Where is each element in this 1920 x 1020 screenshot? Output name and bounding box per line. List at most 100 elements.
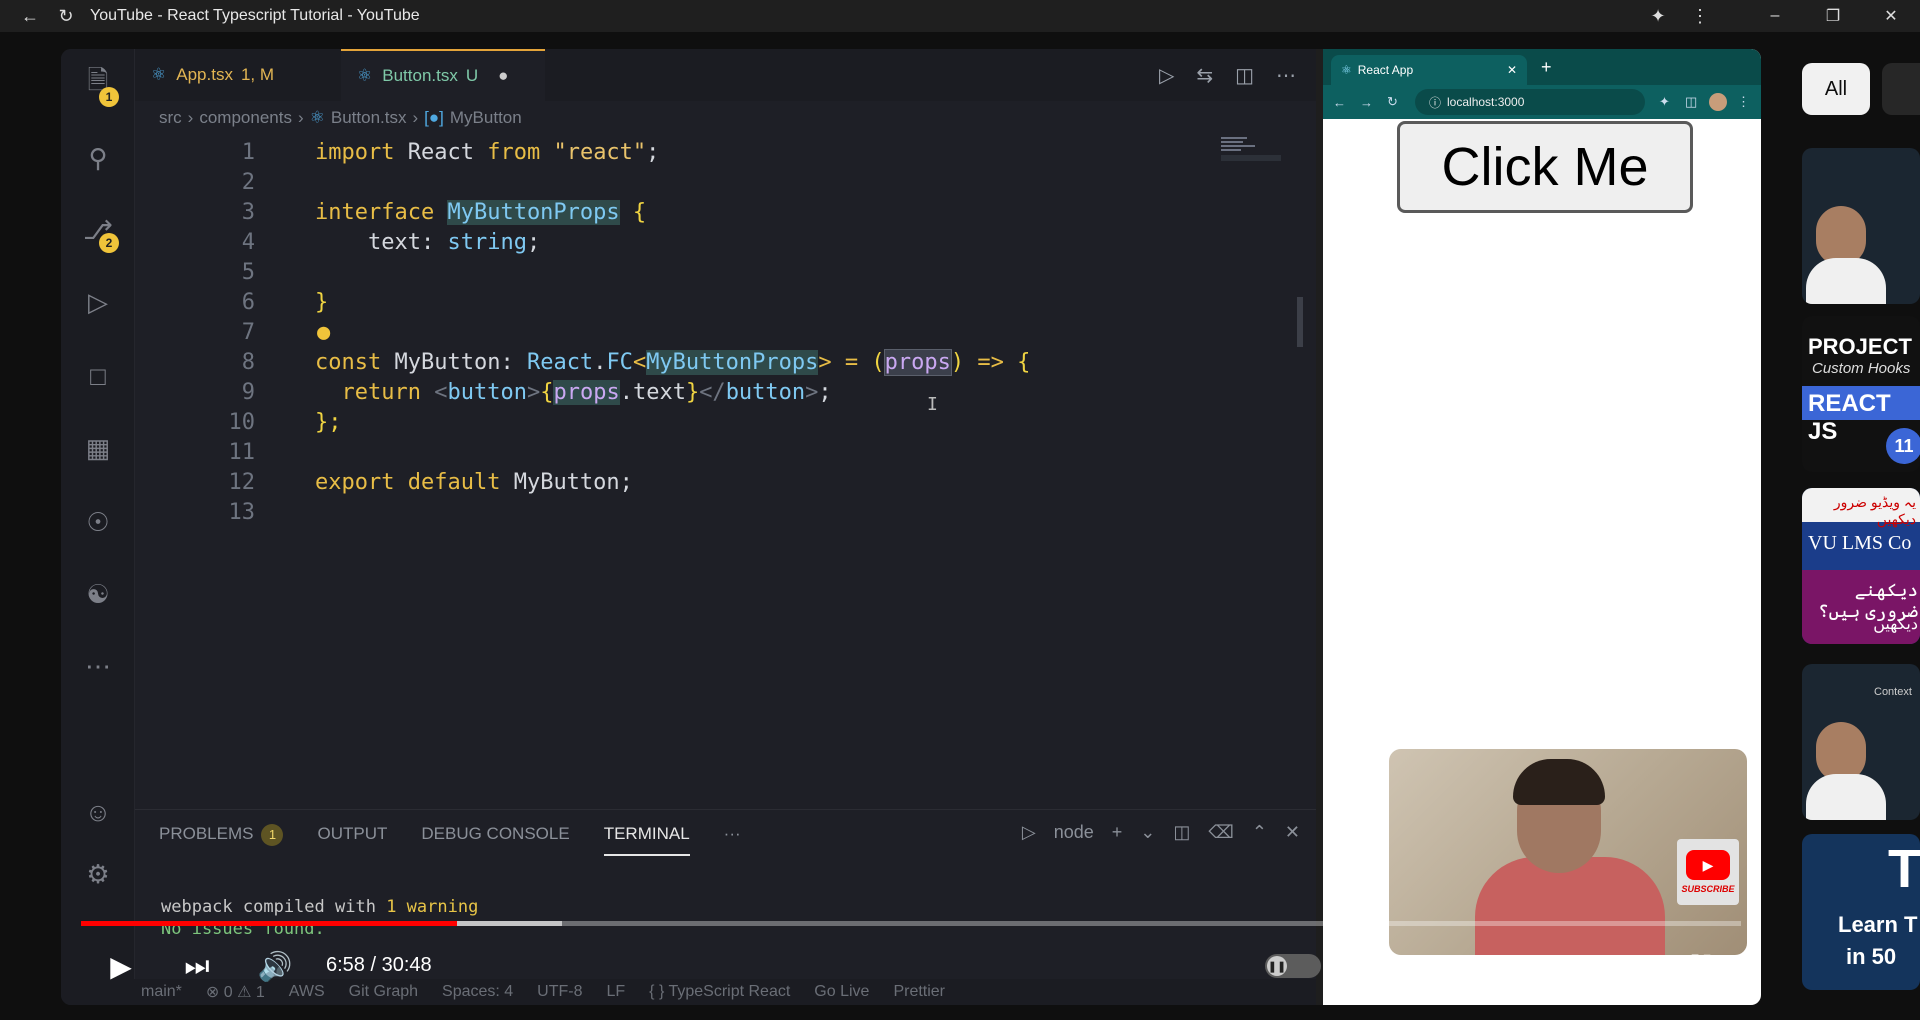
new-terminal-icon[interactable]: + [1112, 822, 1123, 843]
problems-count-badge: 1 [261, 824, 284, 846]
breadcrumb-item[interactable]: src [159, 108, 182, 128]
close-panel-icon[interactable]: ✕ [1285, 822, 1300, 843]
line-number: 6 [241, 289, 255, 315]
volume-icon[interactable]: 🔊 [255, 946, 295, 986]
click-me-button[interactable]: Click Me [1397, 121, 1693, 213]
youtube-logo-icon: ▶ [1686, 850, 1730, 880]
back-icon[interactable]: ← [14, 0, 46, 32]
manage-gear-icon[interactable]: ⚙ [81, 857, 115, 891]
split-editor-icon[interactable]: ◫ [1235, 63, 1254, 88]
editor-scrollbar[interactable] [1293, 137, 1305, 557]
unsaved-dot[interactable]: ● [498, 66, 508, 86]
accounts-icon[interactable]: ☺ [81, 795, 115, 829]
fullscreen-button[interactable]: ⛶ [1681, 946, 1721, 986]
subscribe-badge[interactable]: ▶ SUBSCRIBE [1677, 839, 1739, 905]
chip-next[interactable] [1882, 63, 1920, 115]
vscode-window: 🗎 1 ⚲ ⎇ 2 ▷ □ ▦ ☉ ☯ ⋯ ☺ ⚙ ⚛ App.tsx 1, M… [61, 49, 1316, 1005]
thumb-subtitle: in 50 [1846, 944, 1897, 969]
browser-tab-title: React App [1357, 63, 1414, 77]
tab-label: Button.tsx [382, 66, 458, 85]
close-tab-icon[interactable]: ✕ [1507, 63, 1517, 77]
maximize-button[interactable]: ❐ [1804, 0, 1862, 32]
tab-button-tsx[interactable]: ⚛ Button.tsx U ● [341, 49, 545, 101]
more-actions-icon[interactable]: ⋯ [1276, 63, 1296, 88]
git-graph-icon[interactable]: ☉ [81, 505, 115, 539]
code-token: string [447, 229, 527, 255]
theater-mode-button[interactable]: ▭ [1601, 946, 1641, 986]
minimap[interactable] [1221, 135, 1301, 165]
browser-tab[interactable]: ⚛ React App ✕ [1331, 55, 1527, 85]
code-line: 10 }; [135, 407, 1235, 437]
code-line: 12 export default MyButton; [135, 467, 1235, 497]
video-thumbnail[interactable]: PROJECT Custom Hooks REACT JS 11 [1802, 316, 1920, 472]
react-icon: ⚛ [1341, 63, 1352, 77]
line-number: 5 [241, 259, 255, 285]
extensions-icon[interactable]: ✦ [1659, 94, 1670, 110]
next-button[interactable]: ⏭ [177, 946, 217, 986]
sidepanel-icon[interactable]: ◫ [1685, 94, 1697, 110]
tab-terminal[interactable]: TERMINAL [603, 824, 690, 856]
code-token: MyButtonProps [447, 199, 620, 225]
subtitles-button[interactable]: ▤ [1361, 946, 1401, 986]
tab-problems[interactable]: PROBLEMS 1 [159, 824, 284, 856]
tab-debug-console[interactable]: DEBUG CONSOLE [421, 824, 569, 856]
miniplayer-button[interactable]: ▩ [1521, 946, 1561, 986]
copilot-icon[interactable]: ☯ [81, 577, 115, 611]
code-token: button [447, 379, 527, 405]
new-tab-icon[interactable]: + [1541, 57, 1552, 78]
reload-icon[interactable]: ↻ [50, 0, 82, 32]
reload-icon[interactable]: ↻ [1387, 94, 1398, 110]
url-field[interactable]: ⓘ localhost:3000 [1415, 89, 1645, 115]
breadcrumb-item[interactable]: MyButton [450, 108, 522, 128]
breadcrumb-item[interactable]: components [199, 108, 292, 128]
forward-icon[interactable]: → [1360, 95, 1373, 110]
video-thumbnail[interactable] [1802, 148, 1920, 304]
chevron-up-icon[interactable]: ⌃ [1252, 822, 1267, 843]
terminal-name[interactable]: node [1054, 822, 1094, 843]
video-thumbnail[interactable]: Context [1802, 664, 1920, 820]
video-thumbnail[interactable]: یہ ویڈیو ضرور دیکھیں VU LMS Co دیکھنے ضر… [1802, 488, 1920, 644]
thumb-face [1816, 206, 1866, 266]
panel-more-icon[interactable]: ··· [724, 824, 741, 856]
chip-all[interactable]: All [1802, 63, 1870, 115]
more-views-icon[interactable]: ⋯ [81, 649, 115, 683]
tab-output[interactable]: OUTPUT [317, 824, 387, 856]
line-number: 12 [228, 469, 256, 495]
extensions-view-icon[interactable]: ▦ [81, 431, 115, 465]
code-line: 9 return <button>{props.text}</button>; [135, 377, 1235, 407]
more-options-icon[interactable]: ⋮ [1684, 0, 1716, 32]
minimize-button[interactable]: – [1746, 0, 1804, 32]
code-token: button [725, 379, 806, 405]
autoplay-toggle[interactable]: ❚❚ [1265, 954, 1321, 978]
code-token: props [553, 379, 620, 405]
terminal-output[interactable]: webpack compiled with 1 warning No issue… [161, 896, 478, 940]
back-icon[interactable]: ← [1333, 95, 1346, 110]
run-icon[interactable]: ▷ [1159, 63, 1174, 88]
chevron-down-icon[interactable]: ⌄ [1140, 822, 1155, 843]
code-token: MyButton [394, 349, 501, 375]
terminal-line: webpack compiled with 1 warning [161, 896, 478, 918]
more-options-icon[interactable]: ⋮ [1737, 94, 1750, 110]
code-token: { [1017, 349, 1031, 375]
trash-icon[interactable]: ⌫ [1208, 822, 1233, 843]
run-debug-icon[interactable]: ▷ [81, 285, 115, 319]
extensions-icon[interactable]: ✦ [1642, 0, 1674, 32]
code-editor[interactable]: 1 import React from "react"; 2 3 interfa… [135, 137, 1315, 657]
tab-app-tsx[interactable]: ⚛ App.tsx 1, M [135, 49, 341, 101]
avatar[interactable] [1709, 93, 1727, 111]
video-thumbnail[interactable]: T Learn T in 50 [1802, 834, 1920, 990]
play-button[interactable]: ▶ [101, 946, 141, 986]
settings-gear-icon[interactable]: ⚙ [1441, 946, 1481, 986]
lightbulb-icon[interactable]: ● [317, 320, 330, 345]
split-terminal-icon[interactable]: ◫ [1173, 822, 1190, 843]
close-window-button[interactable]: ✕ [1862, 0, 1920, 32]
progress-played [81, 921, 458, 926]
editor-tabs: ⚛ App.tsx 1, M ⚛ Button.tsx U ● ▷ ⇆ ◫ ⋯ [135, 49, 1316, 101]
video-progress-bar[interactable] [81, 921, 1741, 926]
code-token: MyButton [513, 469, 620, 495]
breadcrumb-item[interactable]: Button.tsx [331, 108, 407, 128]
search-icon[interactable]: ⚲ [81, 141, 115, 175]
compare-changes-icon[interactable]: ⇆ [1196, 63, 1213, 88]
remote-explorer-icon[interactable]: □ [81, 359, 115, 393]
line-number: 7 [241, 319, 255, 345]
